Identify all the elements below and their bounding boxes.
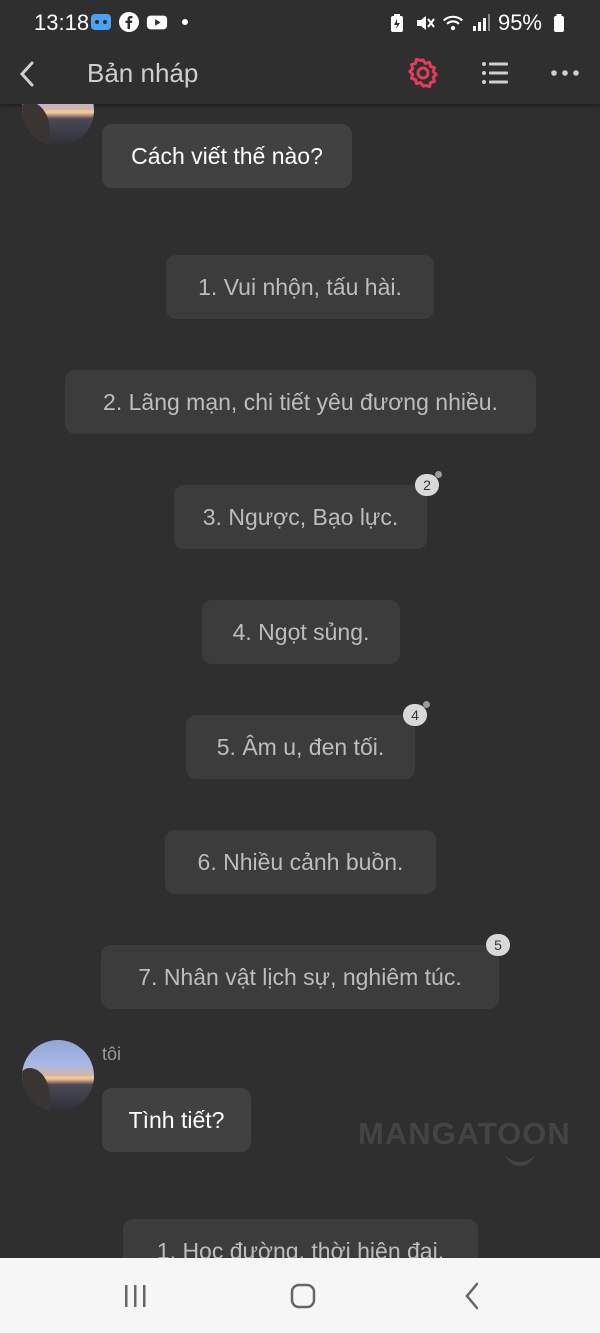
chapter-list-button[interactable] bbox=[478, 56, 512, 90]
page-title: Bản nháp bbox=[87, 58, 199, 88]
youtube-icon bbox=[146, 11, 168, 33]
sender-name: tôi bbox=[102, 1044, 122, 1064]
signal-icon bbox=[470, 12, 492, 34]
settings-button[interactable] bbox=[406, 56, 440, 90]
option-7[interactable]: 7. Nhân vật lịch sự, nghiêm túc. bbox=[101, 945, 499, 1009]
comment-count-badge[interactable]: 4 bbox=[403, 701, 430, 726]
more-options-button[interactable] bbox=[548, 58, 582, 88]
recent-apps-button[interactable] bbox=[115, 1280, 155, 1312]
comment-count-badge[interactable]: 2 bbox=[415, 471, 442, 496]
option-2[interactable]: 2. Lãng mạn, chi tiết yêu đương nhiều. bbox=[65, 370, 536, 434]
back-arrow-icon bbox=[465, 1282, 479, 1310]
avatar[interactable] bbox=[22, 1040, 94, 1112]
battery-percent: 95% bbox=[497, 10, 542, 35]
message-bubble[interactable]: Cách viết thế nào? bbox=[102, 124, 352, 188]
message-bubble[interactable]: Tình tiết? bbox=[102, 1088, 251, 1152]
back-button[interactable] bbox=[12, 54, 42, 94]
system-back-button[interactable] bbox=[452, 1280, 492, 1312]
status-bar: 13:18 95% bbox=[0, 0, 600, 44]
option-4[interactable]: 4. Ngọt sủng. bbox=[202, 600, 400, 664]
gear-icon bbox=[408, 57, 438, 89]
battery-saver-icon bbox=[386, 12, 408, 34]
recent-apps-icon bbox=[125, 1285, 146, 1307]
chat-area[interactable]: Cách viết thế nào? 1. Vui nhộn, tấu hài.… bbox=[0, 104, 600, 1258]
system-nav-bar bbox=[0, 1258, 600, 1333]
option-3[interactable]: 3. Ngược, Bạo lực. bbox=[174, 485, 427, 549]
option-8[interactable]: 1. Học đường, thời hiện đại. bbox=[123, 1219, 478, 1258]
option-5[interactable]: 5. Âm u, đen tối. bbox=[186, 715, 415, 779]
option-1[interactable]: 1. Vui nhộn, tấu hài. bbox=[166, 255, 434, 319]
more-horizontal-icon bbox=[551, 70, 579, 76]
mute-icon bbox=[414, 12, 436, 34]
watermark-logo: MANGATOON bbox=[358, 1116, 571, 1151]
chevron-left-icon bbox=[19, 61, 34, 87]
dot-icon bbox=[174, 11, 196, 33]
home-button[interactable] bbox=[283, 1280, 323, 1312]
list-icon bbox=[482, 62, 508, 84]
wifi-icon bbox=[442, 12, 464, 34]
battery-icon bbox=[548, 12, 570, 34]
game-controller-icon bbox=[90, 11, 112, 33]
home-icon bbox=[290, 1283, 316, 1309]
avatar[interactable] bbox=[22, 104, 94, 146]
status-time: 13:18 bbox=[34, 10, 90, 35]
app-bar: Bản nháp bbox=[0, 44, 600, 104]
option-6[interactable]: 6. Nhiều cảnh buồn. bbox=[165, 830, 436, 894]
facebook-icon bbox=[118, 11, 140, 33]
comment-count-badge[interactable]: 5 bbox=[486, 934, 510, 956]
